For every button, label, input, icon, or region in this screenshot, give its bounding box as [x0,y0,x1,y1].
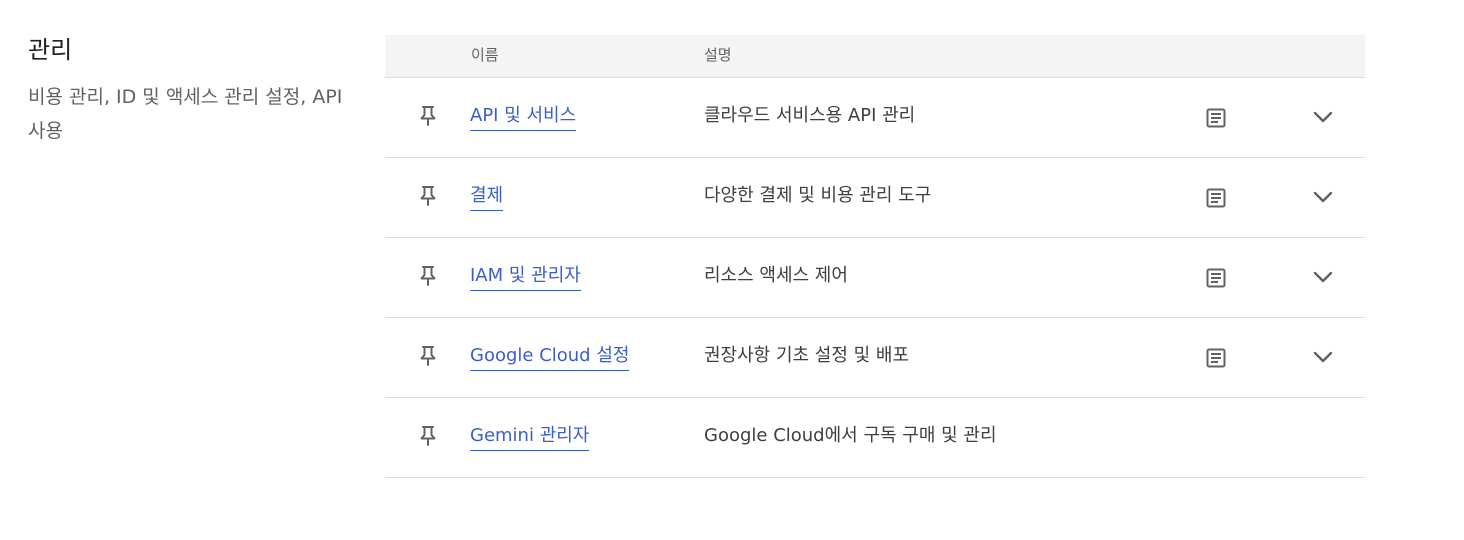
products-table: 이름 설명 API 및 서비스 클라우드 서비스용 API 관리 결제 다양한 … [385,35,1365,478]
pin-icon[interactable] [418,185,438,207]
table-body: API 및 서비스 클라우드 서비스용 API 관리 결제 다양한 결제 및 비… [385,78,1365,478]
table-row: Gemini 관리자 Google Cloud에서 구독 구매 및 관리 [385,398,1365,478]
section-description: 비용 관리, ID 및 액세스 관리 설정, API 사용 [28,86,343,142]
article-icon[interactable] [1204,186,1228,210]
table-row: Google Cloud 설정 권장사항 기초 설정 및 배포 [385,318,1365,398]
table-row: IAM 및 관리자 리소스 액세스 제어 [385,238,1365,318]
table-row: API 및 서비스 클라우드 서비스용 API 관리 [385,78,1365,158]
chevron-down-icon[interactable] [1310,184,1336,210]
table-header: 이름 설명 [385,35,1365,78]
product-description: 클라우드 서비스용 API 관리 [704,105,916,126]
product-description: Google Cloud에서 구독 구매 및 관리 [704,425,997,446]
product-link[interactable]: IAM 및 관리자 [470,263,581,291]
column-header-name: 이름 [471,46,499,64]
article-icon[interactable] [1204,106,1228,130]
pin-icon[interactable] [418,425,438,447]
section-title: 관리 [28,36,73,64]
chevron-down-icon[interactable] [1310,344,1336,370]
article-icon[interactable] [1204,266,1228,290]
product-link[interactable]: API 및 서비스 [470,103,577,131]
pin-icon[interactable] [418,265,438,287]
page: 관리 비용 관리, ID 및 액세스 관리 설정, API 사용 이름 설명 A… [0,0,1464,540]
product-link[interactable]: 결제 [470,183,504,211]
table-row: 결제 다양한 결제 및 비용 관리 도구 [385,158,1365,238]
column-header-description: 설명 [704,46,732,64]
product-link[interactable]: Google Cloud 설정 [470,343,630,371]
pin-icon[interactable] [418,105,438,127]
product-description: 리소스 액세스 제어 [704,265,848,286]
pin-icon[interactable] [418,345,438,367]
chevron-down-icon[interactable] [1310,264,1336,290]
product-description: 권장사항 기초 설정 및 배포 [704,345,910,366]
article-icon[interactable] [1204,346,1228,370]
chevron-down-icon[interactable] [1310,104,1336,130]
product-link[interactable]: Gemini 관리자 [470,423,590,451]
section-intro: 관리 비용 관리, ID 및 액세스 관리 설정, API 사용 [28,32,368,148]
product-description: 다양한 결제 및 비용 관리 도구 [704,185,932,206]
